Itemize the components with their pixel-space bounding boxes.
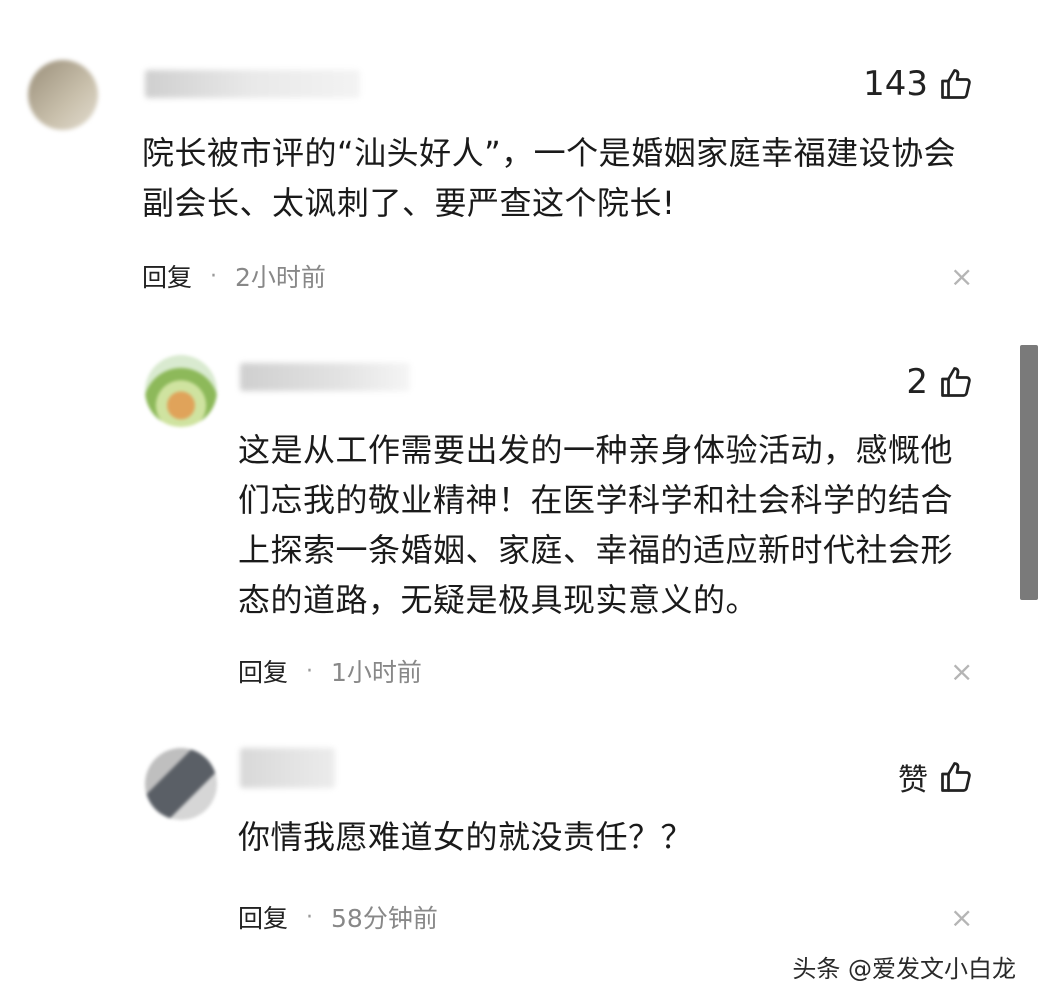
comment-meta: 回复 · 58分钟前 xyxy=(238,899,438,935)
comment-text: 你情我愿难道女的就没责任？？ xyxy=(238,812,693,862)
separator-dot: · xyxy=(306,904,314,930)
comment-3: 赞 你情我愿难道女的就没责任？？ 回复 · 58分钟前 × xyxy=(0,0,1038,950)
watermark: 头条 @爱发文小白龙 xyxy=(792,955,1016,983)
avatar[interactable] xyxy=(145,748,217,820)
like-label: 赞 xyxy=(898,763,928,798)
scrollbar-thumb[interactable] xyxy=(1020,345,1038,600)
username-blurred[interactable] xyxy=(240,748,335,788)
reply-button[interactable]: 回复 xyxy=(238,899,288,935)
timestamp: 58分钟前 xyxy=(331,904,438,933)
close-icon[interactable]: × xyxy=(950,904,973,932)
thumbs-up-icon[interactable] xyxy=(938,759,974,795)
comment-line: 你情我愿难道女的就没责任？？ xyxy=(238,818,694,856)
like-button[interactable]: 赞 xyxy=(898,755,974,799)
